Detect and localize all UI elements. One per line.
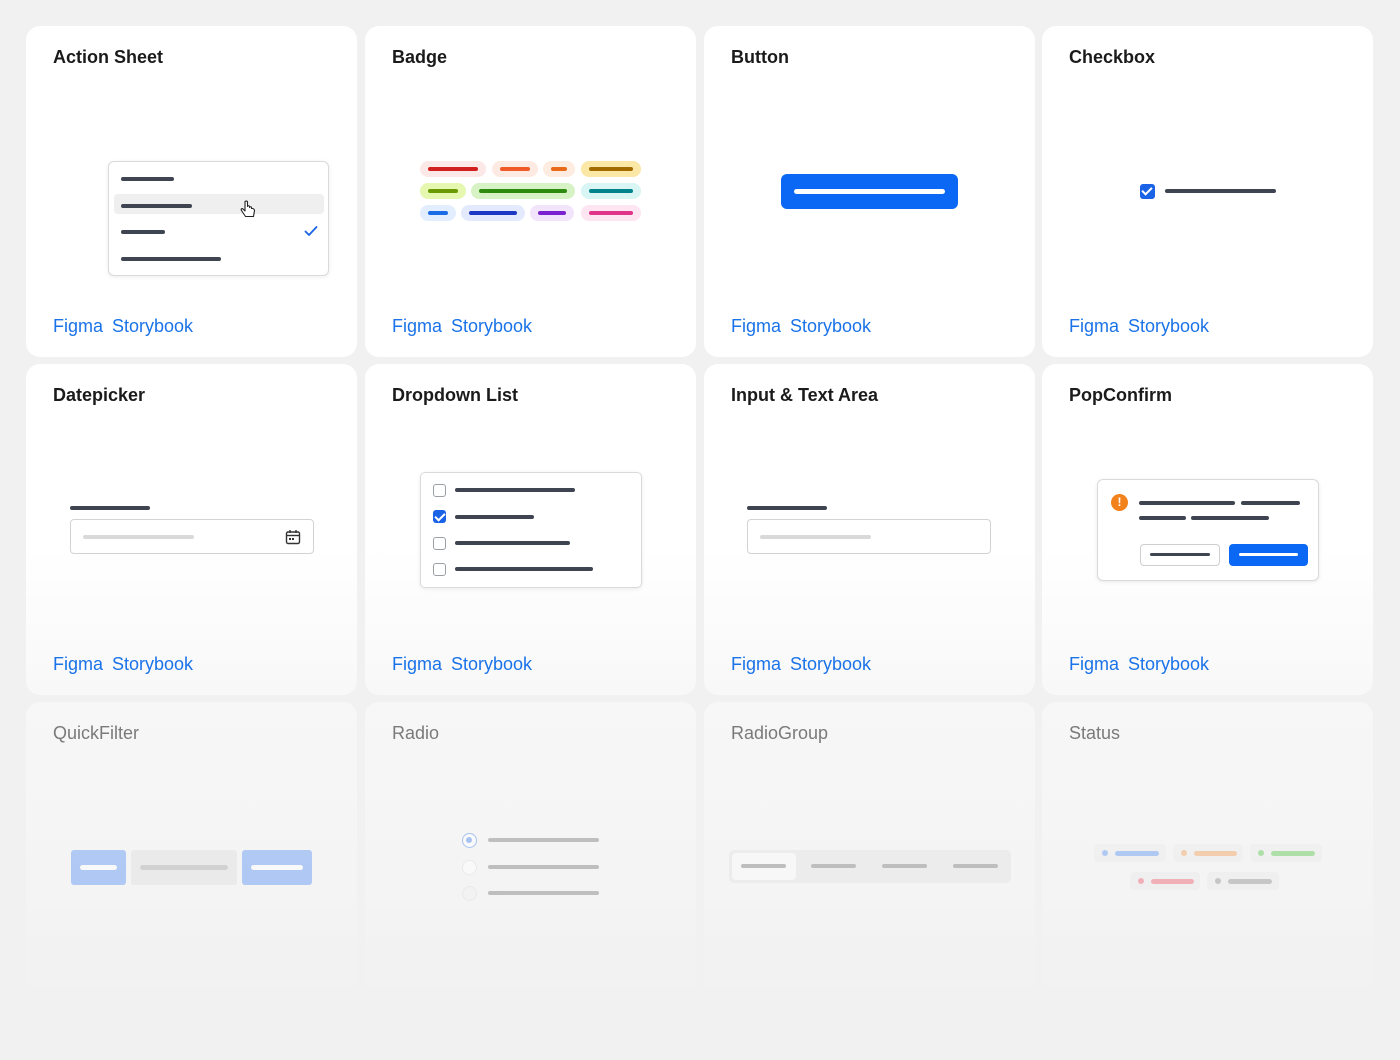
card-badge[interactable]: Badge Figma Storybook — [365, 26, 696, 357]
storybook-link[interactable]: Storybook — [451, 654, 532, 674]
storybook-link[interactable]: Storybook — [1128, 316, 1209, 336]
card-input-text-area[interactable]: Input & Text Area Figma Storybook — [704, 364, 1035, 695]
card-links: Figma Storybook — [53, 654, 202, 675]
card-button[interactable]: Button Figma Storybook — [704, 26, 1035, 357]
card-radiogroup[interactable]: RadioGroup — [704, 702, 1035, 1002]
storybook-link[interactable]: Storybook — [112, 654, 193, 674]
card-links: Figma Storybook — [392, 654, 541, 675]
preview-action-sheet — [26, 26, 357, 357]
figma-link[interactable]: Figma — [53, 316, 103, 336]
card-links: Figma Storybook — [1069, 316, 1218, 337]
figma-link[interactable]: Figma — [392, 654, 442, 674]
figma-link[interactable]: Figma — [392, 316, 442, 336]
figma-link[interactable]: Figma — [1069, 654, 1119, 674]
preview-badge — [365, 26, 696, 357]
figma-link[interactable]: Figma — [1069, 316, 1119, 336]
warning-icon: ! — [1111, 494, 1128, 511]
checkmark-icon — [304, 226, 318, 236]
preview-checkbox — [1042, 26, 1373, 357]
card-status[interactable]: Status — [1042, 702, 1373, 1002]
storybook-link[interactable]: Storybook — [112, 316, 193, 336]
preview-popconfirm: ! — [1042, 364, 1373, 695]
preview-quickfilter — [26, 702, 357, 1033]
preview-button — [704, 26, 1035, 357]
card-quickfilter[interactable]: QuickFilter — [26, 702, 357, 1002]
card-radio[interactable]: Radio — [365, 702, 696, 1002]
figma-link[interactable]: Figma — [731, 654, 781, 674]
preview-status — [1042, 702, 1373, 1033]
preview-radiogroup — [704, 702, 1035, 1033]
storybook-link[interactable]: Storybook — [1128, 654, 1209, 674]
card-links: Figma Storybook — [53, 316, 202, 337]
storybook-link[interactable]: Storybook — [790, 316, 871, 336]
action-sheet-menu — [108, 161, 329, 276]
card-datepicker[interactable]: Datepicker Figma Storybook — [26, 364, 357, 695]
card-action-sheet[interactable]: Action Sheet Figma Storybook — [26, 26, 357, 357]
preview-radio — [365, 702, 696, 1033]
card-links: Figma Storybook — [1069, 654, 1218, 675]
card-links: Figma Storybook — [392, 316, 541, 337]
storybook-link[interactable]: Storybook — [790, 654, 871, 674]
card-links: Figma Storybook — [731, 316, 880, 337]
card-popconfirm[interactable]: PopConfirm ! Figma Storybook — [1042, 364, 1373, 695]
figma-link[interactable]: Figma — [731, 316, 781, 336]
figma-link[interactable]: Figma — [53, 654, 103, 674]
card-links: Figma Storybook — [731, 654, 880, 675]
pointer-hand-icon — [240, 200, 256, 218]
preview-dropdown-list — [365, 364, 696, 695]
calendar-icon — [285, 530, 301, 545]
storybook-link[interactable]: Storybook — [451, 316, 532, 336]
card-dropdown-list[interactable]: Dropdown List Figma Storybook — [365, 364, 696, 695]
card-checkbox[interactable]: Checkbox Figma Storybook — [1042, 26, 1373, 357]
preview-datepicker — [26, 364, 357, 695]
preview-input — [704, 364, 1035, 695]
